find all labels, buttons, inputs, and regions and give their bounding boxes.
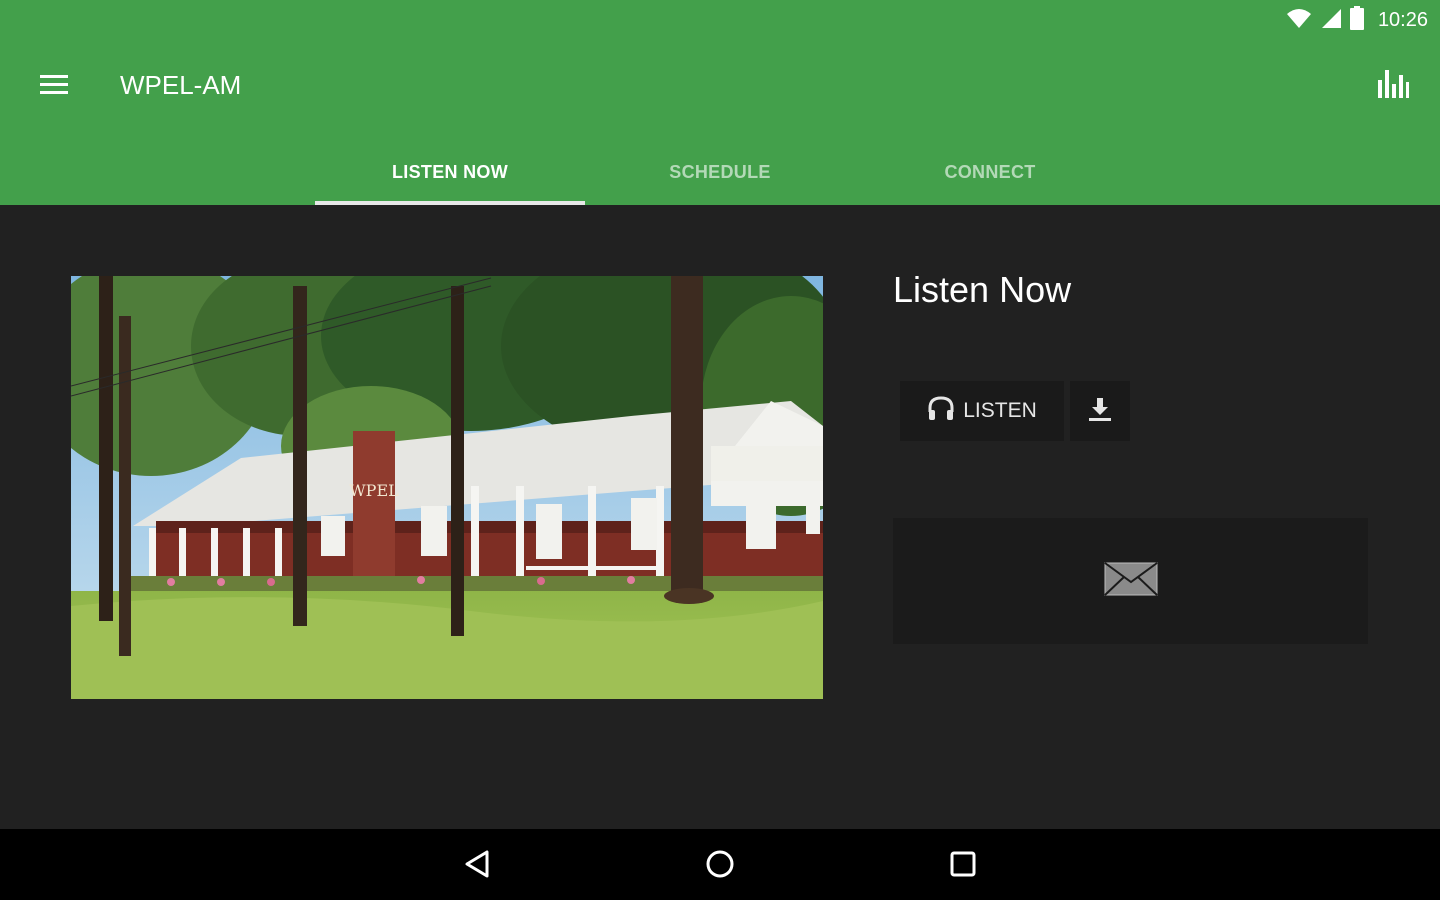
tab-bar: LISTEN NOW SCHEDULE CONNECT <box>315 140 1125 205</box>
status-bar: 10:26 <box>1286 5 1428 35</box>
tab-schedule[interactable]: SCHEDULE <box>585 140 855 205</box>
status-time: 10:26 <box>1377 8 1428 31</box>
back-button[interactable] <box>458 846 498 886</box>
equalizer-button[interactable] <box>1376 66 1410 100</box>
listen-button[interactable]: LISTEN <box>900 381 1064 441</box>
headphones-icon <box>927 395 955 427</box>
toolbar-title: WPEL-AM <box>120 70 242 100</box>
listen-label: LISTEN <box>963 399 1037 422</box>
app-bar: 10:26 WPEL-AM LISTEN NOW SCHEDULE CONNEC… <box>0 0 1440 205</box>
signal-icon <box>1320 7 1342 34</box>
email-icon <box>1103 561 1158 601</box>
battery-icon <box>1349 5 1364 35</box>
building-sign: WPEL <box>349 481 399 500</box>
equalizer-icon <box>1376 70 1410 104</box>
station-photo: WPEL <box>71 276 823 699</box>
listen-controls: LISTEN <box>900 381 1130 441</box>
navigation-bar <box>0 829 1440 900</box>
back-icon <box>463 849 493 884</box>
home-icon <box>705 849 735 884</box>
tab-connect[interactable]: CONNECT <box>855 140 1125 205</box>
download-icon <box>1087 396 1113 427</box>
menu-icon <box>38 75 70 104</box>
recents-button[interactable] <box>943 846 983 886</box>
recents-icon <box>948 849 978 884</box>
email-card[interactable] <box>893 518 1368 644</box>
page-title: Listen Now <box>893 269 1072 310</box>
home-button[interactable] <box>700 846 740 886</box>
wifi-icon <box>1286 7 1312 34</box>
menu-button[interactable] <box>38 70 70 100</box>
download-button[interactable] <box>1070 381 1130 441</box>
tab-listen-now[interactable]: LISTEN NOW <box>315 140 585 205</box>
